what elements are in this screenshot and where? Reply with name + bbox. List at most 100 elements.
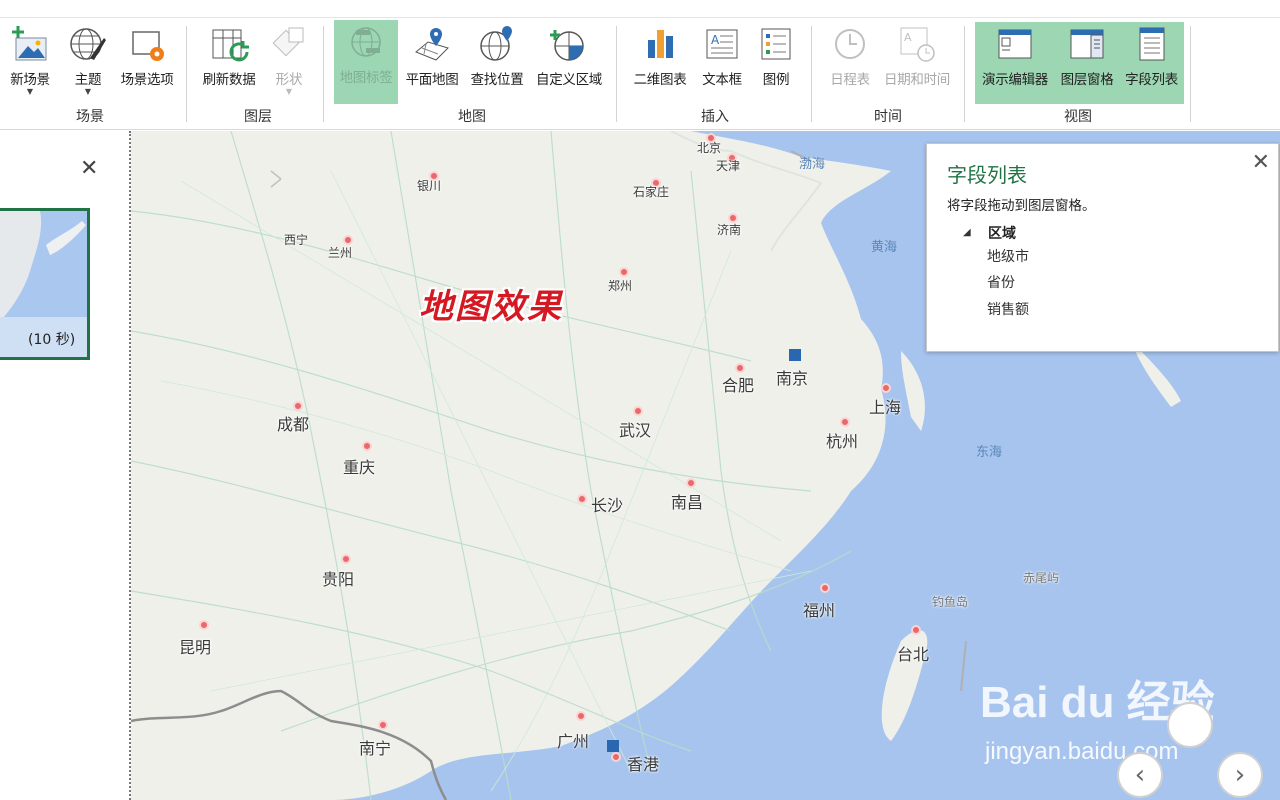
timeline-button[interactable]: 日程表 xyxy=(824,22,876,102)
island-label: 钓鱼岛 xyxy=(932,595,969,609)
clock-icon xyxy=(828,22,872,66)
city-pin xyxy=(611,752,621,762)
city-label: 广州 xyxy=(557,732,590,751)
new-scene-button[interactable]: 新场景 ▼ xyxy=(4,22,56,102)
ribbon-separator xyxy=(323,26,324,122)
theme-button[interactable]: 主题 ▼ xyxy=(64,22,112,102)
sea-label: 东海 xyxy=(976,445,1003,460)
sea-label: 渤海 xyxy=(799,157,826,172)
dropdown-arrow-icon: ▼ xyxy=(84,87,92,96)
scene-thumbnail[interactable]: (10 秒) xyxy=(0,208,90,360)
ribbon: 新场景 ▼ 主题 ▼ 场景选项 场景 刷新数据 形状 ▼ 图层 地图标签 平面地… xyxy=(0,18,1280,130)
city-pin xyxy=(881,383,891,393)
window-top-strip xyxy=(0,0,1280,18)
custom-region-icon xyxy=(547,22,591,66)
tour-editor-icon xyxy=(993,22,1037,66)
city-pin xyxy=(378,720,388,730)
group-label-time: 时间 xyxy=(874,109,902,125)
city-pin xyxy=(911,625,921,635)
ribbon-separator xyxy=(1190,26,1191,122)
legend-icon xyxy=(754,22,798,66)
city-label: 香港 xyxy=(627,755,660,774)
field-item[interactable]: 地级市 xyxy=(987,246,1029,266)
field-list-button[interactable]: 字段列表 xyxy=(1119,22,1184,104)
2d-chart-button[interactable]: 二维图表 xyxy=(628,22,692,102)
scene-options-icon xyxy=(125,22,169,66)
field-list-title: 字段列表 xyxy=(947,163,1027,187)
collapse-triangle-icon[interactable]: ◢ xyxy=(963,227,971,238)
flat-map-button[interactable]: 平面地图 xyxy=(400,22,464,102)
date-time-button[interactable]: A 日期和时间 xyxy=(878,22,956,102)
refresh-data-icon xyxy=(207,22,251,66)
city-label: 兰州 xyxy=(328,246,353,260)
city-label: 上海 xyxy=(869,398,902,417)
bar-chart-icon xyxy=(638,22,682,66)
nav-prev-button[interactable]: ‹ xyxy=(1117,752,1163,798)
layer-pane-icon xyxy=(1065,22,1109,66)
field-list-panel: 字段列表 ✕ 将字段拖动到图层窗格。 ◢ 区域 地级市 省份 销售额 xyxy=(926,143,1279,352)
city-label: 长沙 xyxy=(591,496,624,515)
flat-map-icon xyxy=(410,22,454,66)
nav-next-button[interactable]: › xyxy=(1217,752,1263,798)
chevron-left-icon: ‹ xyxy=(1134,760,1146,790)
shapes-icon xyxy=(267,22,311,66)
dropdown-arrow-icon: ▼ xyxy=(285,87,293,96)
field-item[interactable]: 销售额 xyxy=(987,299,1029,319)
city-label: 北京 xyxy=(697,141,722,155)
field-item[interactable]: 省份 xyxy=(987,272,1015,292)
city-label: 合肥 xyxy=(722,376,755,395)
find-location-icon xyxy=(475,22,519,66)
group-label-view: 视图 xyxy=(1064,109,1092,125)
ribbon-separator xyxy=(811,26,812,122)
city-pin xyxy=(633,406,643,416)
chevron-right-icon: › xyxy=(1234,760,1246,790)
city-label: 郑州 xyxy=(608,279,633,293)
city-label: 南昌 xyxy=(671,493,704,512)
dropdown-arrow-icon: ▼ xyxy=(26,87,34,96)
city-label: 杭州 xyxy=(826,432,859,451)
close-tour-pane-icon[interactable]: ✕ xyxy=(80,156,98,181)
sea-label: 黄海 xyxy=(871,240,898,255)
field-list-icon xyxy=(1130,22,1174,66)
find-location-button[interactable]: 查找位置 xyxy=(466,22,528,102)
city-label: 重庆 xyxy=(343,458,376,477)
svg-text:A: A xyxy=(904,31,912,44)
data-marker xyxy=(789,349,801,361)
svg-text:A: A xyxy=(711,33,720,47)
city-label: 武汉 xyxy=(619,421,652,440)
city-pin xyxy=(820,583,830,593)
island-label: 赤尾屿 xyxy=(1023,571,1060,585)
city-label: 福州 xyxy=(803,601,836,620)
custom-region-button[interactable]: 自定义区域 xyxy=(530,22,608,102)
city-pin xyxy=(840,417,850,427)
legend-button[interactable]: 图例 xyxy=(752,22,800,102)
ribbon-separator xyxy=(186,26,187,122)
date-time-icon: A xyxy=(895,22,939,66)
city-label: 南宁 xyxy=(359,739,392,758)
scene-duration: (10 秒) xyxy=(28,332,76,348)
city-pin xyxy=(577,494,587,504)
scene-options-button[interactable]: 场景选项 xyxy=(116,22,178,102)
city-label: 昆明 xyxy=(179,638,212,657)
layer-pane-button[interactable]: 图层窗格 xyxy=(1055,22,1119,104)
city-label: 西宁 xyxy=(284,233,309,247)
text-box-button[interactable]: A 文本框 xyxy=(696,22,748,102)
map-labels-button[interactable]: 地图标签 xyxy=(334,20,398,104)
city-pin xyxy=(199,620,209,630)
nav-up-button[interactable] xyxy=(1167,702,1213,748)
group-label-insert: 插入 xyxy=(701,109,729,125)
city-pin xyxy=(341,554,351,564)
refresh-data-button[interactable]: 刷新数据 xyxy=(196,22,262,102)
field-group-region[interactable]: 区域 xyxy=(988,223,1016,243)
city-pin xyxy=(293,401,303,411)
data-marker xyxy=(607,740,619,752)
close-icon[interactable]: ✕ xyxy=(1252,150,1270,175)
city-label: 天津 xyxy=(716,159,741,173)
city-label: 成都 xyxy=(277,415,310,434)
tour-editor-button[interactable]: 演示编辑器 xyxy=(975,22,1055,104)
city-pin xyxy=(619,267,629,277)
shapes-button[interactable]: 形状 ▼ xyxy=(266,22,312,102)
city-label: 南京 xyxy=(776,369,809,388)
city-label: 石家庄 xyxy=(633,185,670,199)
city-label: 济南 xyxy=(717,223,742,237)
